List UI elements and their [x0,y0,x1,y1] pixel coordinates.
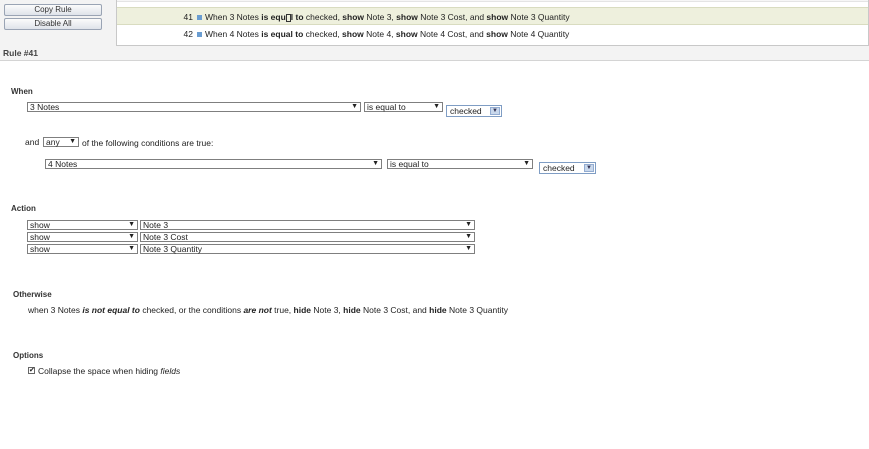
chevron-down-icon: ▼ [372,160,379,167]
chevron-down-icon: ▼ [128,221,135,228]
rule-label: Rule #41 [3,48,38,58]
chevron-down-icon: ▼ [465,245,472,252]
copy-rule-button[interactable]: Copy Rule [4,4,102,16]
otherwise-heading: Otherwise [13,290,52,299]
chevron-down-icon: ▼ [465,233,472,240]
and-suffix: of the following conditions are true: [82,138,214,148]
rule-row-partial [117,0,868,2]
panel-divider [0,60,869,61]
collapse-space-checkbox[interactable]: ✔ [28,367,35,374]
when-operator-select[interactable]: is equal to ▼ [364,102,443,112]
when-heading: When [11,87,33,96]
otherwise-description: when 3 Notes is not equal to checked, or… [28,305,509,315]
and-prefix: and [25,137,40,147]
chevron-down-icon: ▼ [128,233,135,240]
chevron-down-icon: ▼ [69,138,76,145]
condition-operator-select[interactable]: is equal to ▼ [387,159,533,169]
when-field-select[interactable]: 3 Notes ▼ [27,102,361,112]
action-target-select[interactable]: Note 3 Quantity ▼ [140,244,475,254]
rule-summary: When 4 Notes is equal to checked, show N… [205,29,570,39]
collapse-space-label: Collapse the space when hiding fields [38,366,181,376]
action-target-select[interactable]: Note 3 Cost ▼ [140,232,475,242]
when-value-select[interactable]: checked ▼ [446,105,502,117]
rule-marker-icon [197,15,202,20]
chevron-down-icon: ▼ [128,245,135,252]
action-verb-select[interactable]: show ▼ [27,220,138,230]
chevron-down-icon: ▼ [465,221,472,228]
chevron-down-icon: ▼ [523,160,530,167]
rule-marker-icon [197,32,202,37]
quantifier-select[interactable]: any ▼ [43,137,79,147]
action-heading: Action [11,204,36,213]
chevron-down-icon: ▼ [584,164,594,172]
rule-row-41[interactable]: 41 When 3 Notes is equ l to checked, show… [117,7,868,25]
action-target-select[interactable]: Note 3 ▼ [140,220,475,230]
condition-value-select[interactable]: checked ▼ [539,162,596,174]
condition-field-select[interactable]: 4 Notes ▼ [45,159,382,169]
rule-number: 42 [183,29,193,39]
rule-summary: When 3 Notes is equ l to checked, show No… [205,12,570,22]
chevron-down-icon: ▼ [351,103,358,110]
action-verb-select[interactable]: show ▼ [27,232,138,242]
disable-all-button[interactable]: Disable All [4,18,102,30]
options-heading: Options [13,351,44,360]
rule-row-42[interactable]: 42 When 4 Notes is equal to checked, sho… [117,25,868,43]
chevron-down-icon: ▼ [433,103,440,110]
chevron-down-icon: ▼ [490,107,500,115]
action-verb-select[interactable]: show ▼ [27,244,138,254]
rule-number: 41 [183,12,193,22]
